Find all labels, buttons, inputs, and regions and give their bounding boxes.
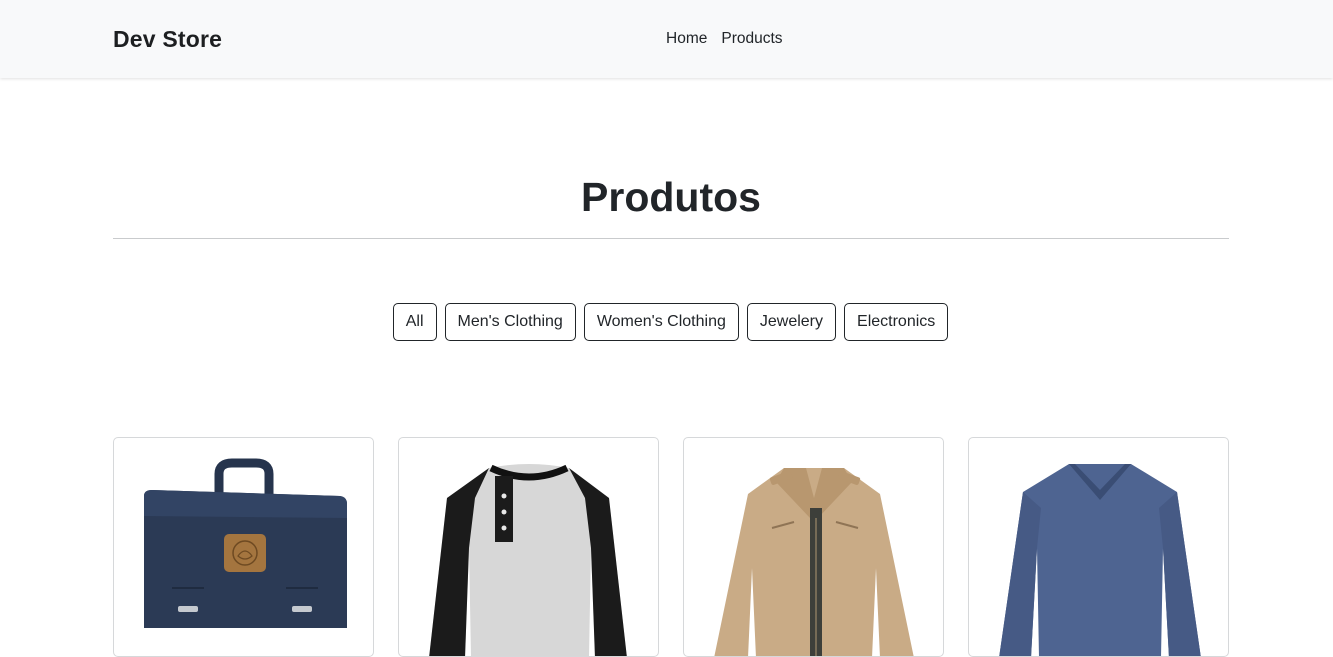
nav-links: Home Products [666,30,783,48]
filter-mens-clothing-button[interactable]: Men's Clothing [444,303,576,341]
filter-womens-clothing-button[interactable]: Women's Clothing [583,303,739,341]
backpack-image [144,458,347,628]
filter-electronics-button[interactable]: Electronics [844,303,949,341]
brand-logo[interactable]: Dev Store [113,26,222,53]
nav-link-home[interactable]: Home [666,30,707,48]
page-title: Produtos [581,174,761,220]
filter-all-button[interactable]: All [392,303,437,341]
product-card[interactable] [683,437,944,657]
filter-jewelery-button[interactable]: Jewelery [746,303,837,341]
product-card[interactable] [398,437,659,657]
nav-link-products[interactable]: Products [721,30,782,48]
title-divider [113,238,1229,239]
product-card[interactable] [113,437,374,657]
category-filters: All Men's Clothing Women's Clothing Jewe… [0,303,1333,341]
product-card[interactable] [968,437,1229,657]
v-neck-shirt-image [999,464,1201,656]
jacket-image [714,468,914,656]
shirt-image [429,464,627,656]
navbar: Dev Store Home Products [0,0,1333,78]
